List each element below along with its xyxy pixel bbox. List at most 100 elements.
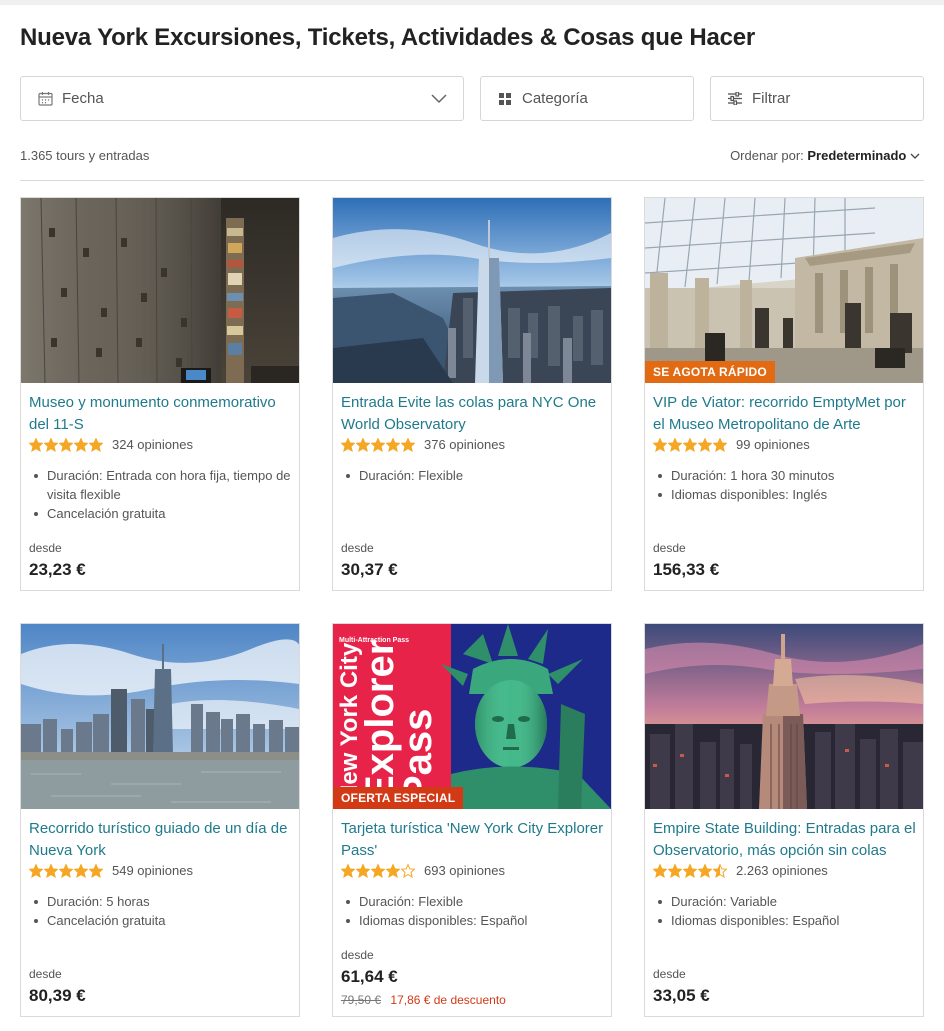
date-filter-label: Fecha (62, 90, 104, 107)
rating: 99 opiniones (653, 437, 810, 452)
detail-item: Idiomas disponibles: Español (655, 911, 917, 930)
price-from-label: desde (341, 541, 374, 555)
product-card[interactable]: Recorrido turístico guiado de un día de … (20, 623, 300, 1017)
star-full-icon (683, 437, 697, 452)
detail-item: Duración: Entrada con hora fija, tiempo … (31, 466, 293, 504)
price-from-label: desde (341, 948, 374, 962)
sort-value: Predeterminado (807, 148, 907, 163)
star-full-icon (341, 863, 355, 878)
star-full-icon (683, 863, 697, 878)
price: 61,64 € (341, 967, 398, 986)
grid-icon (497, 91, 513, 107)
price-from-label: desde (29, 541, 62, 555)
sort-dropdown[interactable]: Ordenar por: Predeterminado (730, 148, 920, 163)
star-full-icon (341, 437, 355, 452)
page-title: Nueva York Excursiones, Tickets, Activid… (20, 24, 756, 51)
price-discount: 79,50 € 17,86 € de descuento (341, 993, 506, 1007)
review-count: 2.263 opiniones (736, 863, 828, 878)
sliders-icon (727, 91, 743, 107)
rating: 549 opiniones (29, 863, 193, 878)
star-full-icon (371, 863, 385, 878)
star-full-icon (74, 863, 88, 878)
chevron-down-icon (431, 91, 447, 108)
review-count: 376 opiniones (424, 437, 505, 452)
chevron-down-icon (910, 148, 920, 163)
star-rating (29, 437, 104, 452)
detail-item: Cancelación gratuita (31, 911, 293, 930)
calendar-icon (37, 91, 53, 107)
star-empty-icon (401, 863, 415, 878)
filter-button[interactable]: Filtrar (710, 76, 924, 121)
card-title[interactable]: Museo y monumento conmemorativo del 11-S (29, 392, 295, 436)
review-count: 324 opiniones (112, 437, 193, 452)
detail-item: Duración: Variable (655, 892, 917, 911)
badge-special-offer: OFERTA ESPECIAL (333, 787, 464, 809)
detail-list: Duración: Variable Idiomas disponibles: … (655, 892, 917, 930)
product-card[interactable]: Entrada Evite las colas para NYC One Wor… (332, 197, 612, 591)
star-rating (653, 863, 728, 878)
star-rating (341, 437, 416, 452)
date-filter[interactable]: Fecha (20, 76, 464, 121)
star-full-icon (698, 437, 712, 452)
star-full-icon (59, 437, 73, 452)
star-half-icon (713, 863, 727, 878)
review-count: 693 opiniones (424, 863, 505, 878)
star-full-icon (386, 437, 400, 452)
review-count: 549 opiniones (112, 863, 193, 878)
detail-item: Duración: Flexible (343, 892, 605, 911)
empire-state-sunset-photo (645, 624, 923, 809)
star-full-icon (653, 863, 667, 878)
card-title[interactable]: Recorrido turístico guiado de un día de … (29, 818, 295, 862)
discount-amount: 17,86 € de descuento (390, 993, 506, 1007)
card-title[interactable]: Empire State Building: Entradas para el … (653, 818, 919, 862)
badge-selling-fast: SE AGOTA RÁPIDO (645, 361, 775, 383)
detail-item: Idiomas disponibles: Inglés (655, 485, 917, 504)
product-card[interactable]: Empire State Building: Entradas para el … (644, 623, 924, 1017)
star-full-icon (44, 863, 58, 878)
detail-list: Duración: Flexible (343, 466, 605, 485)
rating: 324 opiniones (29, 437, 193, 452)
product-card[interactable]: SE AGOTA RÁPIDO VIP de Viator: recorrido… (644, 197, 924, 591)
card-title[interactable]: Tarjeta turística 'New York City Explore… (341, 818, 607, 862)
product-card[interactable]: Multi-Attraction Pass New York City Expl… (332, 623, 612, 1017)
detail-item: Duración: 1 hora 30 minutos (655, 466, 917, 485)
category-filter[interactable]: Categoría (480, 76, 694, 121)
card-title[interactable]: VIP de Viator: recorrido EmptyMet por el… (653, 392, 919, 436)
results-count: 1.365 tours y entradas (20, 148, 150, 163)
star-full-icon (59, 863, 73, 878)
sort-prefix: Ordenar por: (730, 148, 804, 163)
category-filter-label: Categoría (522, 90, 588, 107)
detail-item: Cancelación gratuita (31, 504, 293, 523)
product-card[interactable]: Museo y monumento conmemorativo del 11-S… (20, 197, 300, 591)
price-from-label: desde (653, 967, 686, 981)
rating: 376 opiniones (341, 437, 505, 452)
star-full-icon (698, 863, 712, 878)
star-full-icon (356, 863, 370, 878)
detail-item: Idiomas disponibles: Español (343, 911, 605, 930)
review-count: 99 opiniones (736, 437, 810, 452)
price: 30,37 € (341, 560, 398, 579)
star-full-icon (371, 437, 385, 452)
star-full-icon (713, 437, 727, 452)
star-rating (653, 437, 728, 452)
detail-list: Duración: 1 hora 30 minutos Idiomas disp… (655, 466, 917, 504)
divider (20, 180, 924, 181)
filter-button-label: Filtrar (752, 90, 791, 107)
star-full-icon (89, 437, 103, 452)
star-full-icon (653, 437, 667, 452)
rating: 2.263 opiniones (653, 863, 828, 878)
star-full-icon (386, 863, 400, 878)
explorer-pass-liberty-photo: Multi-Attraction Pass New York City Expl… (333, 624, 611, 809)
price-from-label: desde (29, 967, 62, 981)
memorial-wall-photo (21, 198, 299, 383)
card-title[interactable]: Entrada Evite las colas para NYC One Wor… (341, 392, 607, 436)
star-full-icon (44, 437, 58, 452)
star-full-icon (668, 863, 682, 878)
detail-list: Duración: Flexible Idiomas disponibles: … (343, 892, 605, 930)
star-rating (341, 863, 416, 878)
price-from-label: desde (653, 541, 686, 555)
star-rating (29, 863, 104, 878)
skyline-water-photo (21, 624, 299, 809)
detail-item: Duración: 5 horas (31, 892, 293, 911)
price: 80,39 € (29, 986, 86, 1005)
